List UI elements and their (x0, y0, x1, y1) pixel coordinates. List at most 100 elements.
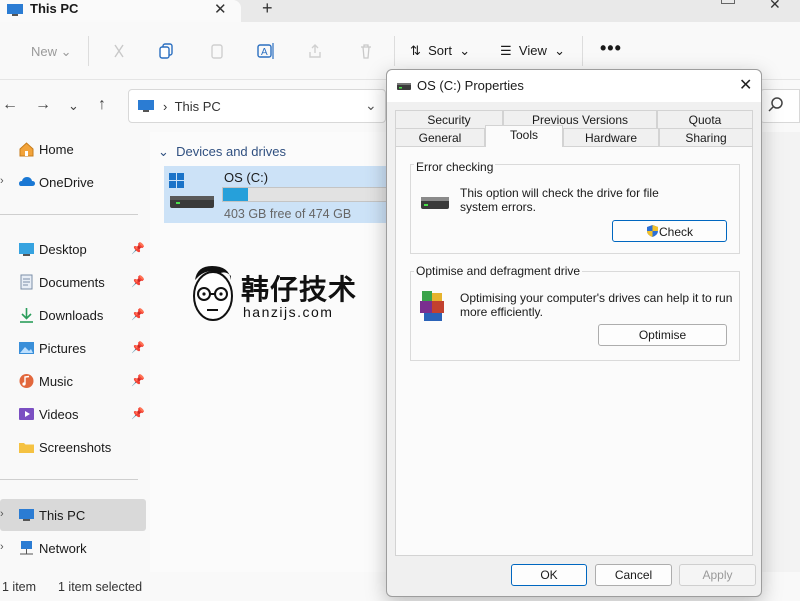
close-window-icon[interactable]: ✕ (769, 0, 781, 13)
selection-count: 1 item selected (58, 580, 143, 594)
error-checking-title: Error checking (414, 160, 496, 174)
sidebar-item-videos[interactable]: Videos 📌 (0, 398, 146, 430)
pin-icon[interactable]: 📌 (131, 242, 145, 255)
tab-strip: This PC ✕ + ✕ (0, 0, 800, 22)
sidebar-item-network[interactable]: › Network (0, 532, 146, 564)
tab-hardware[interactable]: Hardware (563, 128, 659, 146)
hard-drive-icon (420, 193, 450, 216)
tab-tools[interactable]: Tools (485, 125, 563, 147)
svg-text:A: A (261, 47, 268, 58)
sidebar-item-onedrive[interactable]: › OneDrive (0, 166, 146, 198)
ok-button[interactable]: OK (511, 564, 587, 586)
devices-section-header[interactable]: ⌄ Devices and drives (158, 144, 286, 160)
this-pc-icon (137, 99, 155, 116)
sidebar-item-music[interactable]: Music 📌 (0, 365, 146, 397)
sidebar-item-pictures[interactable]: Pictures 📌 (0, 332, 146, 364)
error-checking-desc-line2: system errors. (460, 200, 537, 214)
this-pc-icon (18, 507, 35, 523)
pin-icon[interactable]: 📌 (131, 407, 145, 420)
sidebar-item-downloads[interactable]: Downloads 📌 (0, 299, 146, 331)
optimise-desc-line2: more efficiently. (460, 305, 543, 319)
check-button[interactable]: Check (612, 220, 727, 242)
address-dropdown-chevron-icon[interactable]: ⌄ (365, 97, 377, 114)
address-bar[interactable]: › This PC ⌄ (128, 89, 386, 123)
share-icon[interactable] (306, 42, 324, 60)
search-box[interactable] (760, 89, 800, 123)
restore-window-icon[interactable] (721, 0, 735, 4)
up-arrow-icon[interactable]: ↑ (98, 96, 106, 114)
defragment-icon (418, 289, 450, 326)
dialog-close-icon[interactable]: ✕ (739, 75, 752, 95)
videos-icon (18, 406, 35, 422)
tab-this-pc[interactable]: This PC ✕ (0, 0, 241, 22)
file-list-pane: ⌄ Devices and drives OS (C:) 403 GB free… (150, 132, 390, 572)
item-count: 1 item (2, 580, 37, 594)
optimise-button[interactable]: Optimise (598, 324, 727, 346)
paste-icon[interactable] (208, 42, 226, 60)
toolbar-divider (582, 36, 583, 66)
music-icon (18, 373, 35, 389)
sidebar-divider (0, 214, 138, 215)
drive-free-space: 403 GB free of 474 GB (224, 207, 352, 221)
pin-icon[interactable]: 📌 (131, 275, 145, 288)
cut-icon[interactable] (110, 42, 128, 60)
tab-sharing[interactable]: Sharing (659, 128, 753, 146)
forward-arrow-icon[interactable]: → (35, 96, 51, 114)
breadcrumb[interactable]: › This PC (163, 99, 221, 114)
new-button[interactable]: New ⌄ (31, 44, 72, 60)
copy-icon[interactable] (157, 42, 175, 60)
rename-icon[interactable]: A (256, 42, 274, 60)
see-more-button[interactable]: ••• (600, 38, 622, 59)
watermark-url: hanzijs.com (243, 304, 334, 320)
tools-tab-panel: Error checking This option will check th… (395, 146, 753, 556)
tab-quota[interactable]: Quota (657, 110, 753, 128)
optimise-desc-line1: Optimising your computer's drives can he… (460, 291, 733, 305)
sidebar-item-screenshots[interactable]: Screenshots (0, 431, 146, 463)
close-tab-icon[interactable]: ✕ (214, 0, 227, 18)
documents-icon (18, 274, 35, 290)
drive-usage-bar (222, 187, 390, 202)
sort-button[interactable]: ⇅ Sort ⌄ (410, 43, 470, 59)
back-arrow-icon[interactable]: ← (2, 96, 18, 114)
view-button[interactable]: ☰ View ⌄ (500, 43, 565, 59)
drive-usage-fill (223, 188, 248, 201)
watermark-title: 韩仔技术 (241, 274, 358, 305)
drive-tile-os-c[interactable]: OS (C:) 403 GB free of 474 GB (164, 166, 390, 223)
downloads-icon (18, 307, 35, 323)
dialog-title: OS (C:) Properties (417, 78, 524, 93)
pin-icon[interactable]: 📌 (131, 374, 145, 387)
view-icon: ☰ (500, 43, 512, 58)
error-checking-desc-line1: This option will check the drive for fil… (460, 186, 659, 200)
sidebar-item-home[interactable]: Home (0, 133, 146, 165)
new-tab-button[interactable]: + (262, 0, 273, 19)
sidebar-item-desktop[interactable]: Desktop 📌 (0, 233, 146, 265)
tab-title: This PC (30, 1, 79, 16)
toolbar-divider (88, 36, 89, 66)
cartoon-face-logo (193, 266, 233, 321)
recent-locations-chevron-icon[interactable]: ⌄ (68, 98, 79, 114)
expand-chevron-icon[interactable]: › (0, 541, 4, 553)
network-icon (18, 540, 35, 556)
folder-icon (18, 439, 35, 455)
dialog-titlebar[interactable]: OS (C:) Properties ✕ (387, 70, 761, 102)
sidebar-item-this-pc[interactable]: › This PC (0, 499, 146, 531)
watermark-logo: 韩仔技术 hanzijs.com (185, 262, 385, 330)
drive-properties-dialog: OS (C:) Properties ✕ Security Previous V… (386, 69, 762, 597)
navigation-pane: Home › OneDrive Desktop 📌 Documents 📌 Do… (0, 132, 150, 572)
apply-button[interactable]: Apply (679, 564, 756, 586)
sidebar-item-documents[interactable]: Documents 📌 (0, 266, 146, 298)
cancel-button[interactable]: Cancel (595, 564, 672, 586)
drive-icon (396, 78, 412, 95)
toolbar-divider (394, 36, 395, 66)
pictures-icon (18, 340, 35, 356)
expand-chevron-icon[interactable]: › (0, 175, 4, 187)
pin-icon[interactable]: 📌 (131, 341, 145, 354)
tab-general[interactable]: General (395, 128, 485, 146)
expand-chevron-icon[interactable]: › (0, 508, 4, 520)
optimise-title: Optimise and defragment drive (414, 264, 583, 278)
pin-icon[interactable]: 📌 (131, 308, 145, 321)
onedrive-icon (18, 174, 35, 190)
delete-icon[interactable] (357, 42, 375, 60)
uac-shield-icon (646, 224, 659, 241)
sort-icon: ⇅ (410, 43, 421, 58)
